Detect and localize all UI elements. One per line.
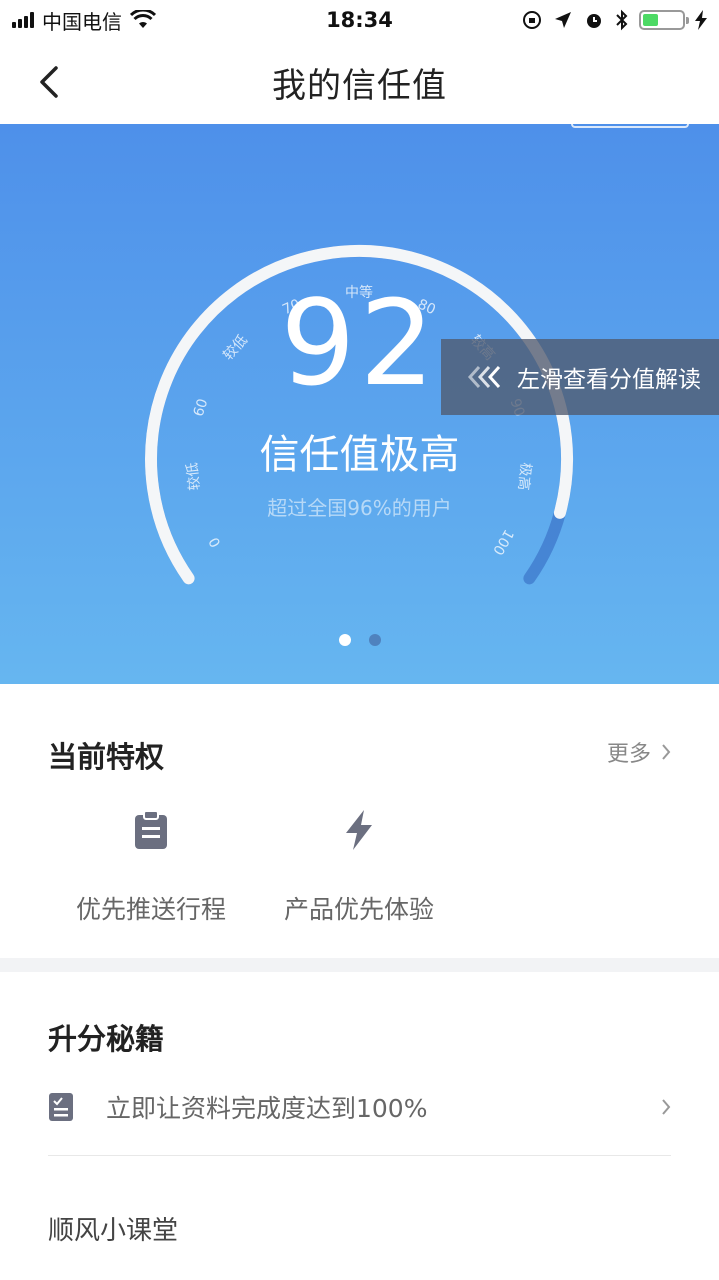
location-icon <box>555 12 571 28</box>
page-dot-1[interactable] <box>338 634 351 646</box>
charging-icon <box>695 10 707 30</box>
tip-label: 立即让资料完成度达到100% <box>106 1093 428 1123</box>
sfc-class-link[interactable]: 顺风小课堂 <box>48 1210 178 1247</box>
privilege-label: 优先推送行程 <box>75 895 226 924</box>
chevron-right-icon <box>662 1098 671 1115</box>
carrier-label: 中国电信 <box>42 9 122 34</box>
section-divider <box>0 958 719 972</box>
swipe-hint-label: 左滑查看分值解读 <box>517 367 701 393</box>
privileges-section: 当前特权 更多 优先推送行程 产品优先体验 <box>0 684 719 958</box>
rotation-lock-icon <box>523 11 541 29</box>
gauge-scale-label: 0 <box>206 534 224 550</box>
privilege-early-access[interactable]: 产品优先体验 <box>274 808 444 926</box>
swipe-hint-button[interactable]: 左滑查看分值解读 <box>441 339 719 415</box>
score-rank: 超过全国96%的用户 <box>267 496 452 520</box>
status-left: 中国电信 <box>12 6 252 35</box>
gauge-scale-label: 100 <box>489 526 516 557</box>
more-privileges-link[interactable]: 更多 <box>607 736 671 768</box>
tip-complete-profile[interactable]: 立即让资料完成度达到100% <box>48 1080 671 1156</box>
checklist-icon <box>49 1092 73 1121</box>
battery-icon <box>639 10 689 30</box>
trust-score-card[interactable]: 0较低60较低70中等80较高90极高100 92 信任值极高 超过全国96%的… <box>0 124 719 684</box>
double-chevron-left-icon <box>467 365 501 389</box>
status-bar: 中国电信 18:34 <box>0 0 719 40</box>
bluetooth-icon <box>616 9 628 31</box>
chevron-right-icon <box>662 744 671 760</box>
tips-title: 升分秘籍 <box>48 1022 165 1056</box>
wifi-icon <box>130 10 156 28</box>
page-indicator <box>0 634 719 646</box>
alarm-icon <box>587 14 601 28</box>
lightning-icon <box>346 810 372 850</box>
more-label: 更多 <box>606 742 651 767</box>
score-level: 信任值极高 <box>259 432 460 478</box>
back-arrow-icon[interactable] <box>36 64 66 100</box>
nav-bar: 我的信任值 <box>0 40 719 124</box>
clipboard-icon <box>135 810 167 849</box>
status-right <box>467 9 707 31</box>
clock: 18:34 <box>326 8 393 32</box>
page-dot-2[interactable] <box>368 634 381 646</box>
privilege-priority-push[interactable]: 优先推送行程 <box>66 808 236 926</box>
privilege-label: 产品优先体验 <box>283 895 434 924</box>
tips-section: 升分秘籍 立即让资料完成度达到100% 顺风小课堂 <box>0 972 719 1280</box>
privileges-title: 当前特权 <box>48 740 165 774</box>
signal-icon <box>12 12 34 28</box>
page-title: 我的信任值 <box>272 65 447 106</box>
